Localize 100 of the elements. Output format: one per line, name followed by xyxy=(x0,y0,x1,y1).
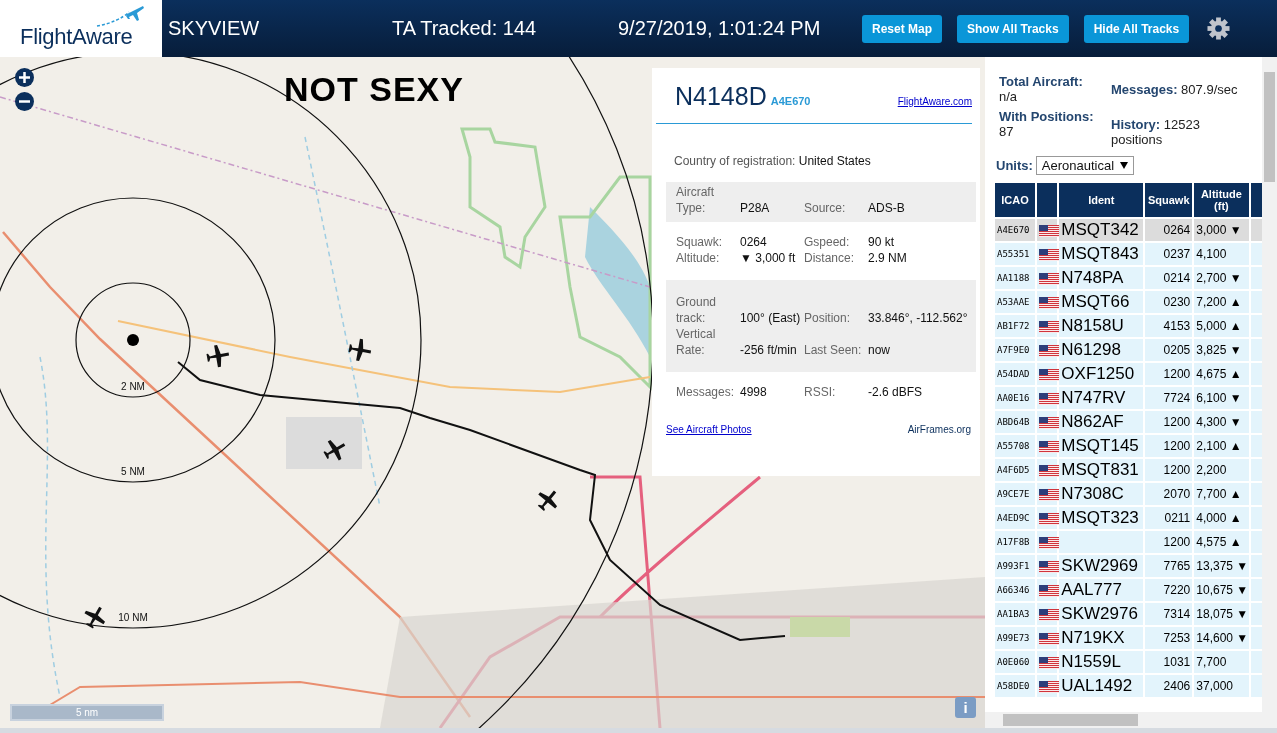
column-header[interactable]: Altitude (ft) xyxy=(1194,183,1249,217)
table-cell: N8158U xyxy=(1059,315,1144,337)
field-label: Vertical Rate: xyxy=(676,326,717,358)
table-cell: A4ED9C xyxy=(995,507,1035,529)
field-label: Last Seen: xyxy=(804,342,863,358)
field-value: 2.9 NM xyxy=(868,250,908,266)
flag-icon xyxy=(1038,248,1059,261)
table-cell: 0205 xyxy=(1145,339,1193,361)
table-cell: 6,100 ▼ xyxy=(1196,391,1242,405)
table-cell: 2,100 ▲ xyxy=(1196,439,1242,453)
field-value: 90 kt xyxy=(868,234,895,250)
table-cell: 7724 xyxy=(1145,387,1193,409)
table-row[interactable]: ABD64B N862AF 1200 4,300 ▼ xyxy=(995,411,1262,433)
units-label: Units: xyxy=(996,158,1033,173)
table-row[interactable]: A7F9E0 N61298 0205 3,825 ▼ xyxy=(995,339,1262,361)
table-cell: N1559L xyxy=(1059,651,1144,673)
airplane-icon xyxy=(95,4,145,28)
receiver-dot xyxy=(127,334,139,346)
table-row[interactable]: A53AAE MSQT66 0230 7,200 ▲ xyxy=(995,291,1262,313)
column-header[interactable]: ICAO xyxy=(995,183,1035,217)
table-cell: 1031 xyxy=(1145,651,1193,673)
table-row[interactable]: AA1188 N748PA 0214 2,700 ▼ xyxy=(995,267,1262,289)
table-row[interactable]: AB1F72 N8158U 4153 5,000 ▲ xyxy=(995,315,1262,337)
table-row[interactable]: A4E670 MSQT342 0264 3,000 ▼ xyxy=(995,219,1262,241)
aircraft-icon[interactable] xyxy=(348,338,372,361)
table-row[interactable]: AA1BA3 SKW2976 7314 18,075 ▼ xyxy=(995,603,1262,625)
table-row[interactable]: A99E73 N719KX 7253 14,600 ▼ xyxy=(995,627,1262,649)
table-cell: 1200 xyxy=(1145,435,1193,457)
table-row[interactable]: A58DE0 UAL1492 2406 37,000 xyxy=(995,675,1262,697)
vertical-scrollbar[interactable] xyxy=(1262,57,1277,728)
flag-icon xyxy=(1038,464,1059,477)
table-cell: 7220 xyxy=(1145,579,1193,601)
settings-icon[interactable] xyxy=(1207,17,1231,40)
table-cell: 2,700 ▼ xyxy=(1196,271,1242,285)
units-dropdown[interactable]: Aeronautical xyxy=(1035,156,1135,175)
table-row[interactable]: A4ED9C MSQT323 0211 4,000 ▲ xyxy=(995,507,1262,529)
plus-icon xyxy=(19,72,30,83)
table-row[interactable]: A54DAD OXF1250 1200 4,675 ▲ xyxy=(995,363,1262,385)
country-of-registration: Country of registration: United States xyxy=(674,154,872,168)
table-row[interactable]: A0E060 N1559L 1031 7,700 xyxy=(995,651,1262,673)
table-cell: N7308C xyxy=(1059,483,1144,505)
table-cell: 4,675 ▲ xyxy=(1196,367,1242,381)
stat-label: With Positions: xyxy=(999,109,1095,124)
table-cell: N719KX xyxy=(1059,627,1144,649)
date-time: 9/27/2019, 1:01:24 PM xyxy=(618,17,822,40)
aircraft-icon[interactable] xyxy=(84,606,106,629)
table-cell: 7,700 xyxy=(1196,655,1227,669)
field-value: now xyxy=(868,342,891,358)
table-cell: MSQT831 xyxy=(1059,459,1144,481)
flightaware-link[interactable]: FlightAware.com xyxy=(897,96,972,107)
aircraft-icon[interactable] xyxy=(206,345,230,368)
horizontal-scrollbar[interactable] xyxy=(985,712,1262,728)
stat-text: Messages: 807.9/sec xyxy=(1111,81,1239,99)
aircraft-icon[interactable] xyxy=(537,490,558,511)
field-label: Altitude: xyxy=(676,250,721,266)
table-cell: A4F6D5 xyxy=(995,459,1035,481)
flag-icon xyxy=(1038,584,1059,597)
column-header[interactable]: Ident xyxy=(1059,183,1144,217)
table-cell: A53AAE xyxy=(995,291,1035,313)
stat-label: Total Aircraft: xyxy=(999,74,1084,89)
table-cell: 14,600 ▼ xyxy=(1196,631,1249,645)
table-cell: 5,000 ▲ xyxy=(1196,319,1242,333)
table-row[interactable]: AA0E16 N747RV 7724 6,100 ▼ xyxy=(995,387,1262,409)
flag-icon xyxy=(1038,296,1059,309)
flag-icon xyxy=(1038,536,1059,549)
table-cell: AB1F72 xyxy=(995,315,1035,337)
field-label: Messages: xyxy=(676,384,736,400)
table-cell: A55708 xyxy=(995,435,1035,457)
table-cell: 7,200 ▲ xyxy=(1196,295,1242,309)
flag-icon xyxy=(1038,368,1059,381)
table-row[interactable]: A55351 MSQT843 0237 4,100 xyxy=(995,243,1262,265)
aircraft-photos-link[interactable]: See Aircraft Photos xyxy=(666,424,752,435)
aircraft-icon[interactable] xyxy=(323,439,346,461)
aircraft-registration: N4148D xyxy=(675,82,767,111)
table-cell: 2406 xyxy=(1145,675,1193,697)
range-label: 10 NM xyxy=(118,612,148,623)
column-header[interactable]: Squawk xyxy=(1145,183,1193,217)
table-row[interactable]: A4F6D5 MSQT831 1200 2,200 xyxy=(995,459,1262,481)
scale-bar: 5 nm xyxy=(10,704,164,721)
table-cell: A4E670 xyxy=(995,219,1035,241)
table-row[interactable]: A55708 MSQT145 1200 2,100 ▲ xyxy=(995,435,1262,457)
table-row[interactable]: A9CE7E N7308C 2070 7,700 ▲ xyxy=(995,483,1262,505)
field-label: Distance: xyxy=(804,250,856,266)
table-cell: 0230 xyxy=(1145,291,1193,313)
field-label: RSSI: xyxy=(804,384,837,400)
table-cell: ABD64B xyxy=(995,411,1035,433)
field-value: ADS-B xyxy=(868,200,906,216)
table-cell: 7765 xyxy=(1145,555,1193,577)
table-cell: 3,825 ▼ xyxy=(1196,343,1242,357)
field-value: 100° (East) xyxy=(740,310,802,326)
aircraft-hex: A4E670 xyxy=(770,95,812,107)
range-label: 5 NM xyxy=(121,466,145,477)
table-row[interactable]: A17F8B 1200 4,575 ▲ xyxy=(995,531,1262,553)
table-row[interactable]: A66346 AAL777 7220 10,675 ▼ xyxy=(995,579,1262,601)
table-row[interactable]: A993F1 SKW2969 7765 13,375 ▼ xyxy=(995,555,1262,577)
table-cell: A99E73 xyxy=(995,627,1035,649)
airframes-link[interactable]: AirFrames.org xyxy=(907,424,971,435)
table-cell: A17F8B xyxy=(995,531,1035,553)
table-cell: A58DE0 xyxy=(995,675,1035,697)
table-cell: 2070 xyxy=(1145,483,1193,505)
